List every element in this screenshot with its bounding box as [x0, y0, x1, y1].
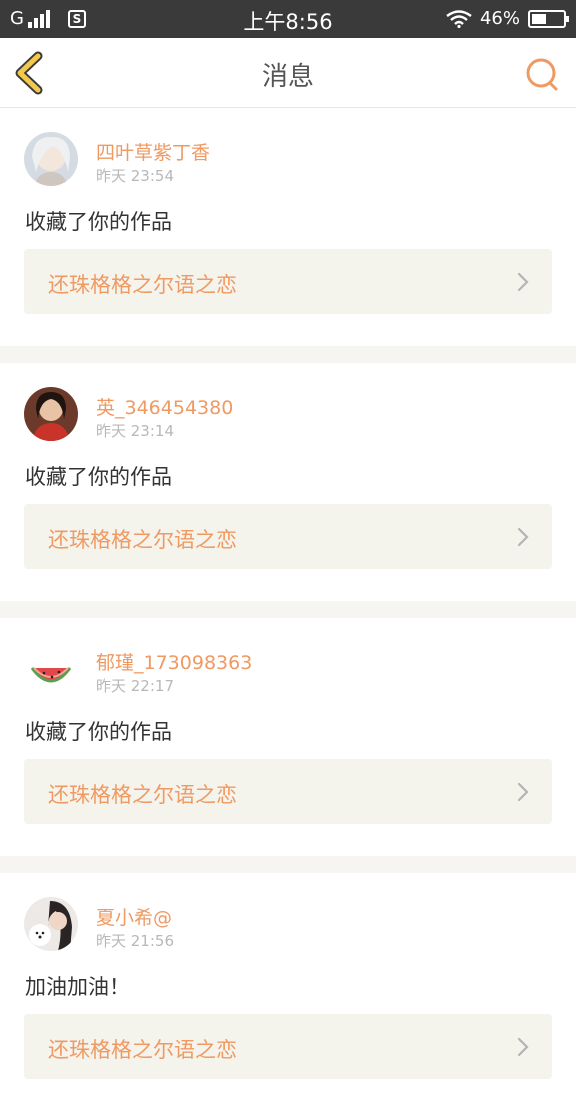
message-time: 昨天 23:14 — [96, 422, 174, 440]
work-card[interactable]: 还珠格格之尔语之恋 — [24, 759, 552, 824]
battery-icon — [528, 9, 569, 28]
user-name[interactable]: 夏小希@ — [96, 903, 172, 930]
message-list: 四叶草紫丁香 昨天 23:54 收藏了你的作品 还珠格格之尔语之恋 英_3464… — [0, 108, 576, 1111]
message-text: 收藏了你的作品 — [25, 210, 172, 234]
separator — [0, 856, 576, 873]
separator — [0, 601, 576, 618]
page-title: 消息 — [261, 62, 314, 92]
work-card[interactable]: 还珠格格之尔语之恋 — [24, 249, 552, 314]
message-time: 昨天 23:54 — [96, 167, 174, 185]
work-title: 还珠格格之尔语之恋 — [48, 783, 237, 807]
separator — [0, 346, 576, 363]
message-text: 收藏了你的作品 — [25, 720, 172, 744]
user-name[interactable]: 四叶草紫丁香 — [96, 138, 210, 165]
status-bar: G S 上午8:56 46% — [0, 0, 576, 38]
status-right: 46% — [446, 8, 569, 29]
chevron-right-icon — [517, 1037, 529, 1057]
battery-percent: 46% — [479, 8, 520, 29]
message-item: 郁瑾_173098363 昨天 22:17 收藏了你的作品 还珠格格之尔语之恋 — [0, 618, 576, 856]
work-title: 还珠格格之尔语之恋 — [48, 273, 237, 297]
avatar[interactable] — [24, 132, 78, 186]
message-item: 夏小希@ 昨天 21:56 加油加油！ 还珠格格之尔语之恋 — [0, 873, 576, 1111]
battery-fill — [532, 13, 546, 24]
chevron-right-icon — [517, 527, 529, 547]
work-title: 还珠格格之尔语之恋 — [48, 528, 237, 552]
work-title: 还珠格格之尔语之恋 — [48, 1038, 237, 1062]
avatar[interactable] — [24, 642, 78, 696]
message-item: 四叶草紫丁香 昨天 23:54 收藏了你的作品 还珠格格之尔语之恋 — [0, 108, 576, 346]
user-name[interactable]: 英_346454380 — [96, 393, 233, 420]
message-text: 收藏了你的作品 — [25, 465, 172, 489]
message-item: 英_346454380 昨天 23:14 收藏了你的作品 还珠格格之尔语之恋 — [0, 363, 576, 601]
message-time: 昨天 21:56 — [96, 932, 174, 950]
chevron-right-icon — [517, 272, 529, 292]
wifi-icon — [446, 9, 472, 28]
message-text: 加油加油！ — [25, 975, 130, 999]
chevron-right-icon — [517, 782, 529, 802]
avatar[interactable] — [24, 387, 78, 441]
user-name[interactable]: 郁瑾_173098363 — [96, 648, 252, 675]
search-button[interactable] — [522, 54, 562, 94]
avatar[interactable] — [24, 897, 78, 951]
work-card[interactable]: 还珠格格之尔语之恋 — [24, 504, 552, 569]
nav-bar: 消息 — [0, 38, 576, 108]
message-time: 昨天 22:17 — [96, 677, 174, 695]
